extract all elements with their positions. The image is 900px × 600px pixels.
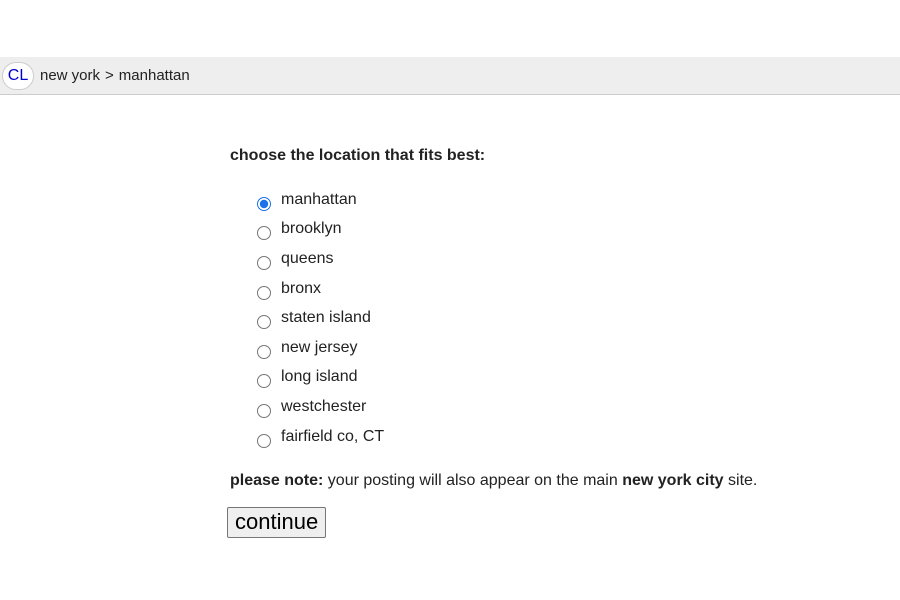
- location-option[interactable]: staten island: [257, 305, 870, 335]
- location-option-label-wrap[interactable]: westchester: [257, 397, 367, 418]
- location-option-label-wrap[interactable]: fairfield co, CT: [257, 427, 385, 448]
- location-option[interactable]: manhattan: [257, 187, 870, 217]
- location-option[interactable]: long island: [257, 365, 870, 395]
- location-radio-westchester[interactable]: [257, 403, 271, 418]
- breadcrumb-manhattan[interactable]: manhattan: [119, 67, 190, 84]
- location-option[interactable]: bronx: [257, 276, 870, 306]
- location-label: bronx: [281, 279, 322, 297]
- location-radio-manhattan[interactable]: [257, 196, 271, 211]
- note-lead: please note:: [230, 472, 324, 490]
- location-option-label-wrap[interactable]: long island: [257, 368, 358, 389]
- location-radio-queens[interactable]: [257, 255, 271, 270]
- location-label: westchester: [281, 397, 367, 415]
- location-radio-new-jersey[interactable]: [257, 344, 271, 359]
- location-label: long island: [281, 368, 358, 386]
- location-radio-fairfield-co-ct[interactable]: [257, 433, 271, 448]
- location-option[interactable]: new jersey: [257, 335, 870, 365]
- location-option-label-wrap[interactable]: new jersey: [257, 338, 358, 359]
- location-option[interactable]: westchester: [257, 394, 870, 424]
- note-text-before: your posting will also appear on the mai…: [323, 472, 623, 490]
- craigslist-logo[interactable]: CL: [2, 61, 34, 90]
- form-prompt: choose the location that fits best:: [230, 147, 486, 164]
- location-radio-staten-island[interactable]: [257, 315, 271, 330]
- location-option[interactable]: fairfield co, CT: [257, 424, 870, 454]
- location-radio-brooklyn[interactable]: [257, 226, 271, 241]
- location-option-label-wrap[interactable]: manhattan: [257, 190, 357, 211]
- location-option-label-wrap[interactable]: queens: [257, 249, 334, 270]
- location-option-label-wrap[interactable]: bronx: [257, 279, 322, 300]
- location-option-label-wrap[interactable]: brooklyn: [257, 220, 342, 241]
- continue-button[interactable]: continue: [227, 507, 327, 539]
- posting-note: please note: your posting will also appe…: [230, 471, 870, 491]
- location-form: choose the location that fits best: manh…: [227, 146, 870, 539]
- location-label: manhattan: [281, 190, 357, 208]
- location-option[interactable]: brooklyn: [257, 217, 870, 247]
- location-label: fairfield co, CT: [281, 427, 385, 445]
- location-radio-long-island[interactable]: [257, 374, 271, 389]
- location-option[interactable]: queens: [257, 246, 870, 276]
- location-radio-bronx[interactable]: [257, 285, 271, 300]
- location-options: manhattan brooklyn queens bronx staten i…: [230, 187, 870, 453]
- location-label: new jersey: [281, 338, 358, 356]
- location-label: queens: [281, 249, 334, 267]
- note-text-after: site.: [723, 472, 758, 490]
- top-bar: CL new york > manhattan: [0, 57, 900, 95]
- note-emphasis: new york city: [622, 472, 724, 490]
- location-label: staten island: [281, 309, 371, 327]
- breadcrumb-separator: >: [105, 67, 114, 84]
- breadcrumb-new-york[interactable]: new york: [40, 67, 100, 84]
- breadcrumb: new york > manhattan: [40, 67, 190, 84]
- location-label: brooklyn: [281, 220, 342, 238]
- location-option-label-wrap[interactable]: staten island: [257, 309, 371, 330]
